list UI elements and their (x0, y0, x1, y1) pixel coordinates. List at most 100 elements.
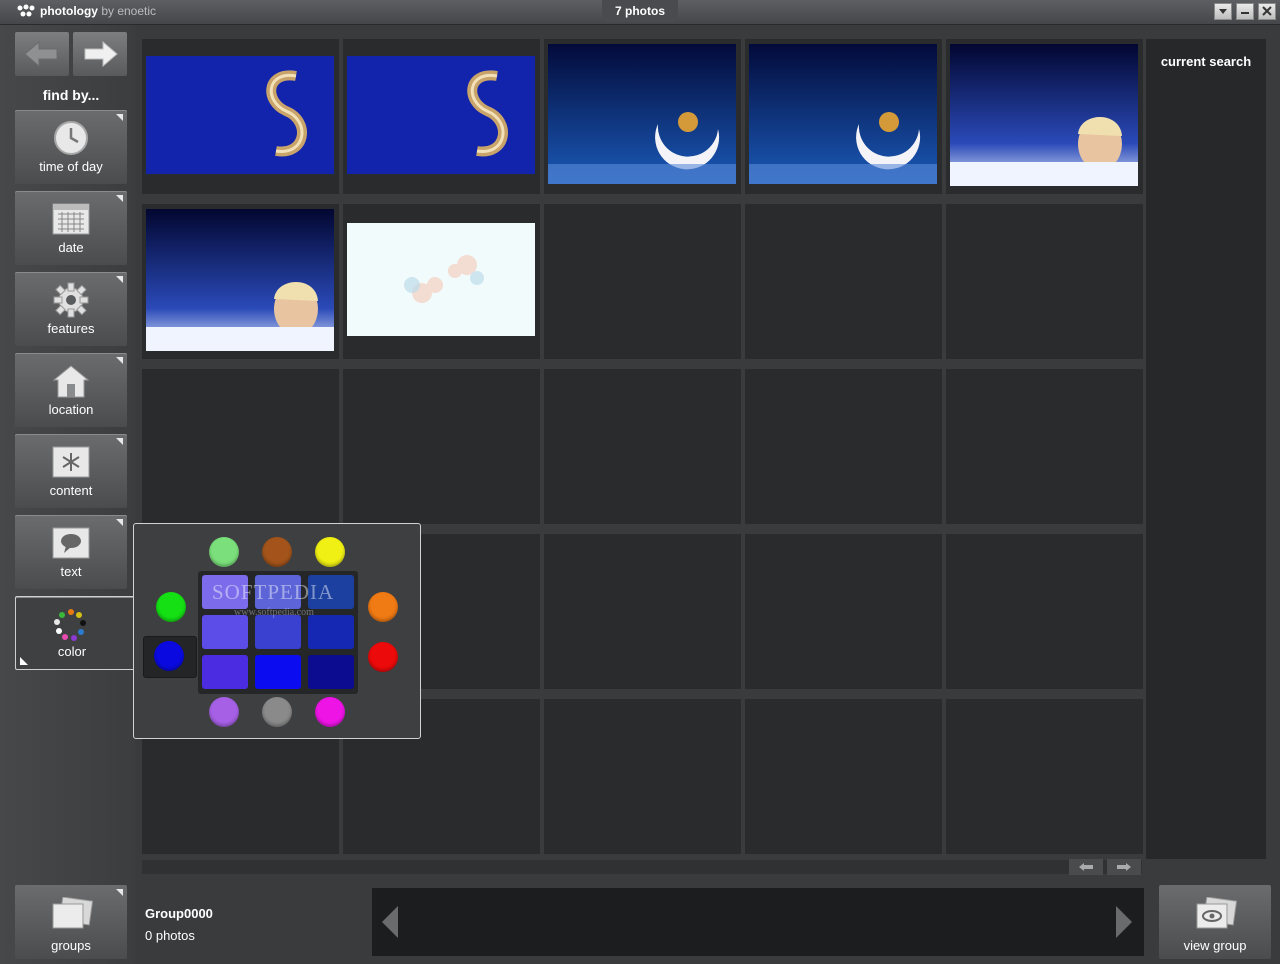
grid-cell (142, 369, 339, 524)
photology-logo-icon (17, 4, 35, 17)
expand-corner-icon (116, 276, 123, 283)
dropdown-button[interactable] (1214, 3, 1232, 20)
chevron-down-icon (1219, 9, 1227, 14)
app-by: by enoetic (101, 4, 157, 18)
grid-cell (745, 699, 942, 854)
photo-thumbnail[interactable] (146, 209, 334, 351)
color-dot[interactable] (368, 642, 398, 672)
back-button[interactable] (15, 32, 69, 76)
filter-label: features (47, 321, 95, 336)
grid-cell (946, 204, 1143, 359)
scroll-left-button[interactable] (1069, 859, 1103, 875)
grid-cell[interactable] (142, 39, 339, 194)
view-group-label: view group (1183, 938, 1247, 953)
photo-thumbnail[interactable] (950, 44, 1138, 186)
color-swatch[interactable] (255, 655, 301, 689)
title-bar: photology by enoetic 7 photos (0, 0, 1280, 25)
color-dot[interactable] (262, 537, 292, 567)
groups-label: groups (51, 938, 91, 953)
color-dot[interactable] (368, 592, 398, 622)
minimize-icon (1241, 12, 1249, 14)
grid-cell (946, 699, 1143, 854)
grid-cell[interactable] (343, 204, 540, 359)
grid-cell (745, 369, 942, 524)
color-dot[interactable] (209, 697, 239, 727)
grid-cell (544, 369, 741, 524)
arrow-right-icon (1117, 863, 1131, 871)
clock-icon (54, 121, 88, 155)
photo-thumbnail[interactable] (749, 44, 937, 184)
grid-cell (946, 534, 1143, 689)
arrow-right-icon (84, 40, 118, 68)
grid-cell (544, 204, 741, 359)
filter-label: color (57, 644, 87, 659)
filter-label: date (58, 240, 84, 255)
selected-color-dot (154, 641, 184, 671)
group-photo-strip (372, 888, 1144, 956)
watermark-url: www.softpedia.com (234, 607, 314, 618)
color-dot[interactable] (315, 697, 345, 727)
asterisk-icon (52, 446, 90, 478)
app-name: photology (40, 4, 98, 18)
photo-count: 7 photos (602, 0, 678, 22)
photo-stack-icon (52, 897, 93, 929)
color-swatch[interactable] (308, 655, 354, 689)
find-by-heading: find by... (42, 87, 100, 103)
color-swatch[interactable] (202, 655, 248, 689)
selected-color (143, 636, 197, 678)
photo-thumbnail[interactable] (548, 44, 736, 184)
grid-cell (544, 534, 741, 689)
groups-button[interactable]: groups (15, 885, 127, 959)
gear-icon (53, 282, 89, 318)
color-dot[interactable] (315, 537, 345, 567)
filter-color[interactable]: color (15, 596, 135, 670)
expand-corner-icon (116, 195, 123, 202)
filter-label: location (48, 402, 94, 417)
calendar-icon (52, 203, 90, 235)
grid-cell (745, 204, 942, 359)
color-swatch[interactable] (255, 615, 301, 649)
house-icon (52, 365, 90, 398)
filter-label: content (49, 483, 93, 498)
grid-cell[interactable] (544, 39, 741, 194)
photo-thumbnail[interactable] (347, 56, 535, 174)
photo-thumbnail[interactable] (347, 223, 535, 336)
filter-features[interactable]: features (15, 272, 127, 346)
current-search-title: current search (1160, 54, 1252, 69)
forward-button[interactable] (73, 32, 127, 76)
watermark: SOFTPEDIA (212, 580, 335, 604)
filter-label: text (60, 564, 82, 579)
color-swatch[interactable] (308, 615, 354, 649)
color-dot[interactable] (209, 537, 239, 567)
color-dot[interactable] (156, 592, 186, 622)
app-brand: photology by enoetic (16, 4, 156, 18)
filter-label: time of day (39, 159, 103, 174)
grid-cell[interactable] (745, 39, 942, 194)
filter-time-of-day[interactable]: time of day (15, 110, 127, 184)
minimize-button[interactable] (1236, 3, 1254, 20)
filter-text[interactable]: text (15, 515, 127, 589)
scroll-right-button[interactable] (1107, 859, 1141, 875)
grid-cell[interactable] (946, 39, 1143, 194)
close-icon (1262, 6, 1272, 16)
grid-scrollbar[interactable] (142, 860, 1142, 874)
grid-cell[interactable] (343, 39, 540, 194)
strip-prev-icon[interactable] (380, 904, 400, 940)
grid-cell (544, 699, 741, 854)
color-swatch[interactable] (202, 615, 248, 649)
grid-cell[interactable] (142, 204, 339, 359)
expand-corner-icon (116, 114, 123, 121)
grid-cell (343, 369, 540, 524)
photo-thumbnail[interactable] (146, 56, 334, 174)
view-group-button[interactable]: view group (1159, 885, 1271, 959)
filter-location[interactable]: location (15, 353, 127, 427)
close-button[interactable] (1258, 3, 1276, 20)
arrow-left-icon (24, 40, 58, 68)
color-wheel-icon (54, 609, 86, 641)
color-picker-popup: SOFTPEDIA www.softpedia.com (133, 523, 421, 739)
color-dot[interactable] (262, 697, 292, 727)
filter-date[interactable]: date (15, 191, 127, 265)
strip-next-icon[interactable] (1114, 904, 1134, 940)
filter-content[interactable]: content (15, 434, 127, 508)
grid-cell (946, 369, 1143, 524)
